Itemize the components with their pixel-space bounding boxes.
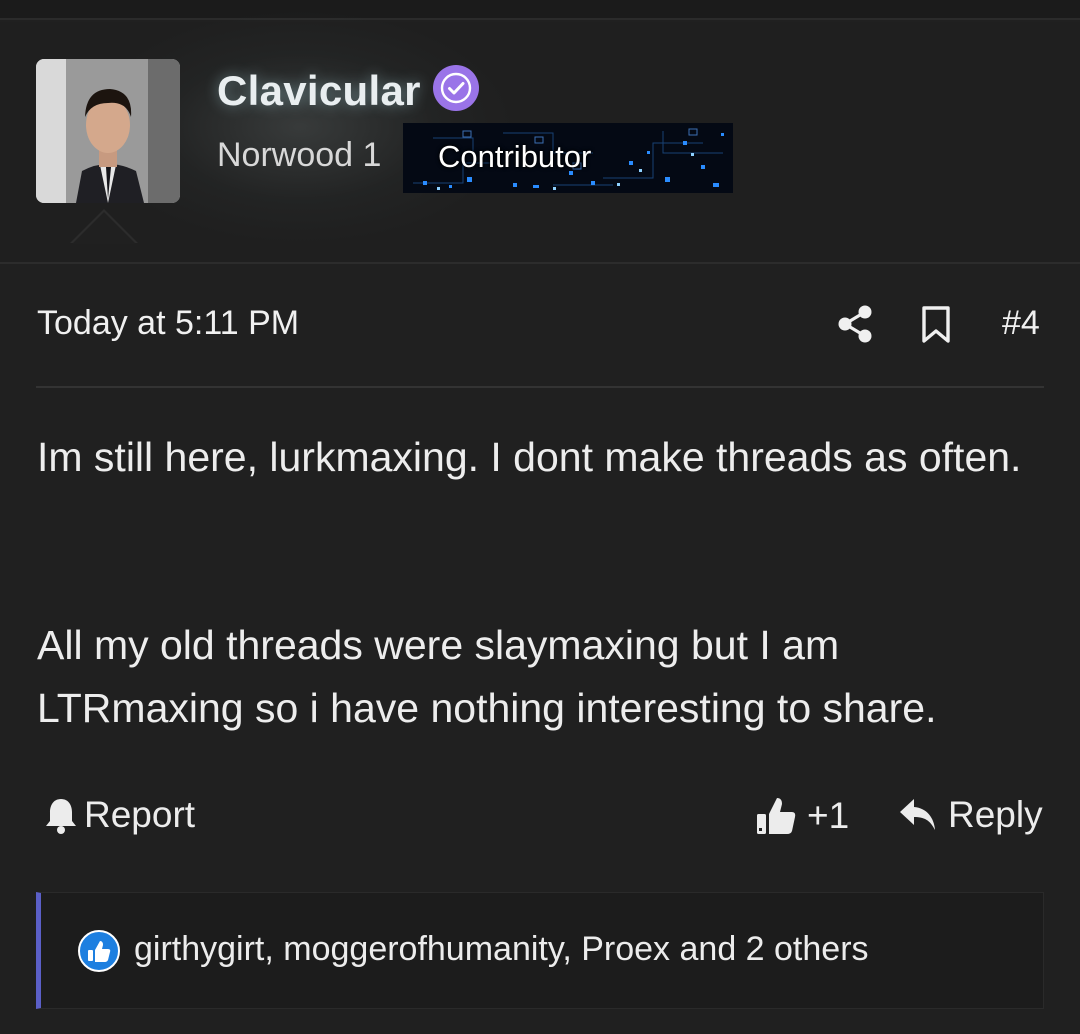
like-count: +1	[807, 795, 850, 836]
reply-label: Reply	[948, 794, 1043, 835]
reply-icon	[900, 799, 935, 830]
reactions-bar[interactable]: girthygirt, moggerofhumanity, Proex and …	[36, 892, 1044, 1009]
avatar[interactable]	[36, 59, 180, 203]
report-label: Report	[84, 794, 196, 835]
bookmark-icon[interactable]	[920, 305, 952, 350]
username[interactable]: Clavicular	[217, 67, 421, 115]
user-title: Norwood 1	[217, 136, 382, 174]
top-strip	[0, 0, 1080, 20]
like-reaction-icon	[78, 930, 120, 972]
post-divider	[36, 386, 1044, 388]
header-pointer-inner	[72, 212, 136, 244]
post-timestamp[interactable]: Today at 5:11 PM	[37, 304, 299, 343]
contributor-label: Contributor	[438, 139, 592, 174]
reaction-users[interactable]: girthygirt, moggerofhumanity, Proex and …	[134, 930, 869, 969]
bell-icon	[46, 799, 76, 834]
post-paragraph-1: Im still here, lurkmaxing. I dont make t…	[37, 434, 1022, 480]
post-number-link[interactable]: #4	[1002, 304, 1040, 343]
share-icon[interactable]	[836, 304, 874, 349]
like-button[interactable]: +1	[755, 794, 849, 838]
contributor-banner: Contributor	[403, 123, 733, 193]
verified-icon	[433, 65, 479, 111]
thumbs-up-icon	[757, 798, 796, 834]
post-paragraph-2: All my old threads were slaymaxing but I…	[37, 622, 937, 731]
report-button[interactable]: Report	[44, 794, 195, 836]
user-header: Clavicular Norwood 1 Contributor	[0, 12, 1080, 264]
reply-button[interactable]: Reply	[898, 794, 1043, 836]
